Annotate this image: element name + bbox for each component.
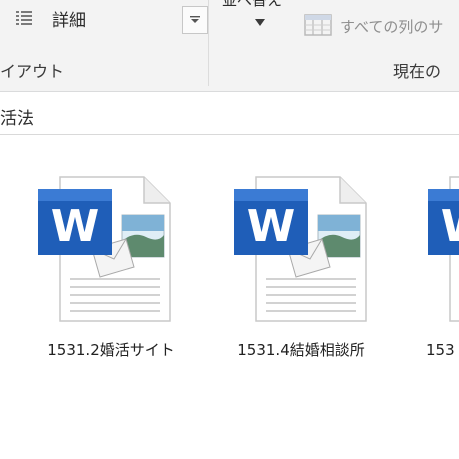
group-divider bbox=[208, 0, 209, 86]
word-document-icon: W bbox=[424, 175, 459, 329]
sort-dropdown-icon[interactable] bbox=[255, 12, 265, 31]
column-fit-icon bbox=[304, 14, 332, 40]
layout-group-label: イアウト bbox=[0, 62, 65, 81]
file-item[interactable]: W 153 bbox=[420, 175, 459, 385]
current-view-group-label: 現在の bbox=[393, 62, 442, 81]
svg-text:W: W bbox=[441, 201, 459, 252]
file-item[interactable]: W 1531.2婚活サイト bbox=[26, 175, 196, 385]
details-view-label: 詳細 bbox=[52, 11, 86, 31]
file-name: 153 bbox=[426, 341, 455, 359]
svg-text:W: W bbox=[247, 201, 296, 252]
file-name: 1531.4結婚相談所 bbox=[237, 341, 365, 359]
file-item[interactable]: W 1531.4結婚相談所 bbox=[224, 175, 394, 385]
ribbon: 詳細 イアウト 並べ替え すべての列のサ 現在の bbox=[0, 0, 459, 92]
layout-dropdown-button[interactable] bbox=[182, 6, 208, 34]
file-name: 1531.2婚活サイト bbox=[47, 341, 175, 359]
details-view-icon bbox=[16, 10, 32, 25]
sort-button-label[interactable]: 並べ替え bbox=[222, 0, 282, 10]
size-all-columns-label: すべての列のサ bbox=[340, 18, 444, 36]
address-bar[interactable]: 活法 bbox=[0, 96, 459, 135]
details-view-button[interactable]: 詳細 bbox=[16, 4, 208, 34]
address-path: 活法 bbox=[0, 109, 34, 129]
svg-text:W: W bbox=[51, 201, 100, 252]
size-all-columns-button[interactable]: すべての列のサ bbox=[304, 12, 459, 38]
file-list: . bbox=[0, 135, 459, 459]
word-document-icon: W bbox=[34, 175, 174, 329]
word-document-icon: W bbox=[230, 175, 370, 329]
chevron-down-icon bbox=[190, 16, 200, 23]
